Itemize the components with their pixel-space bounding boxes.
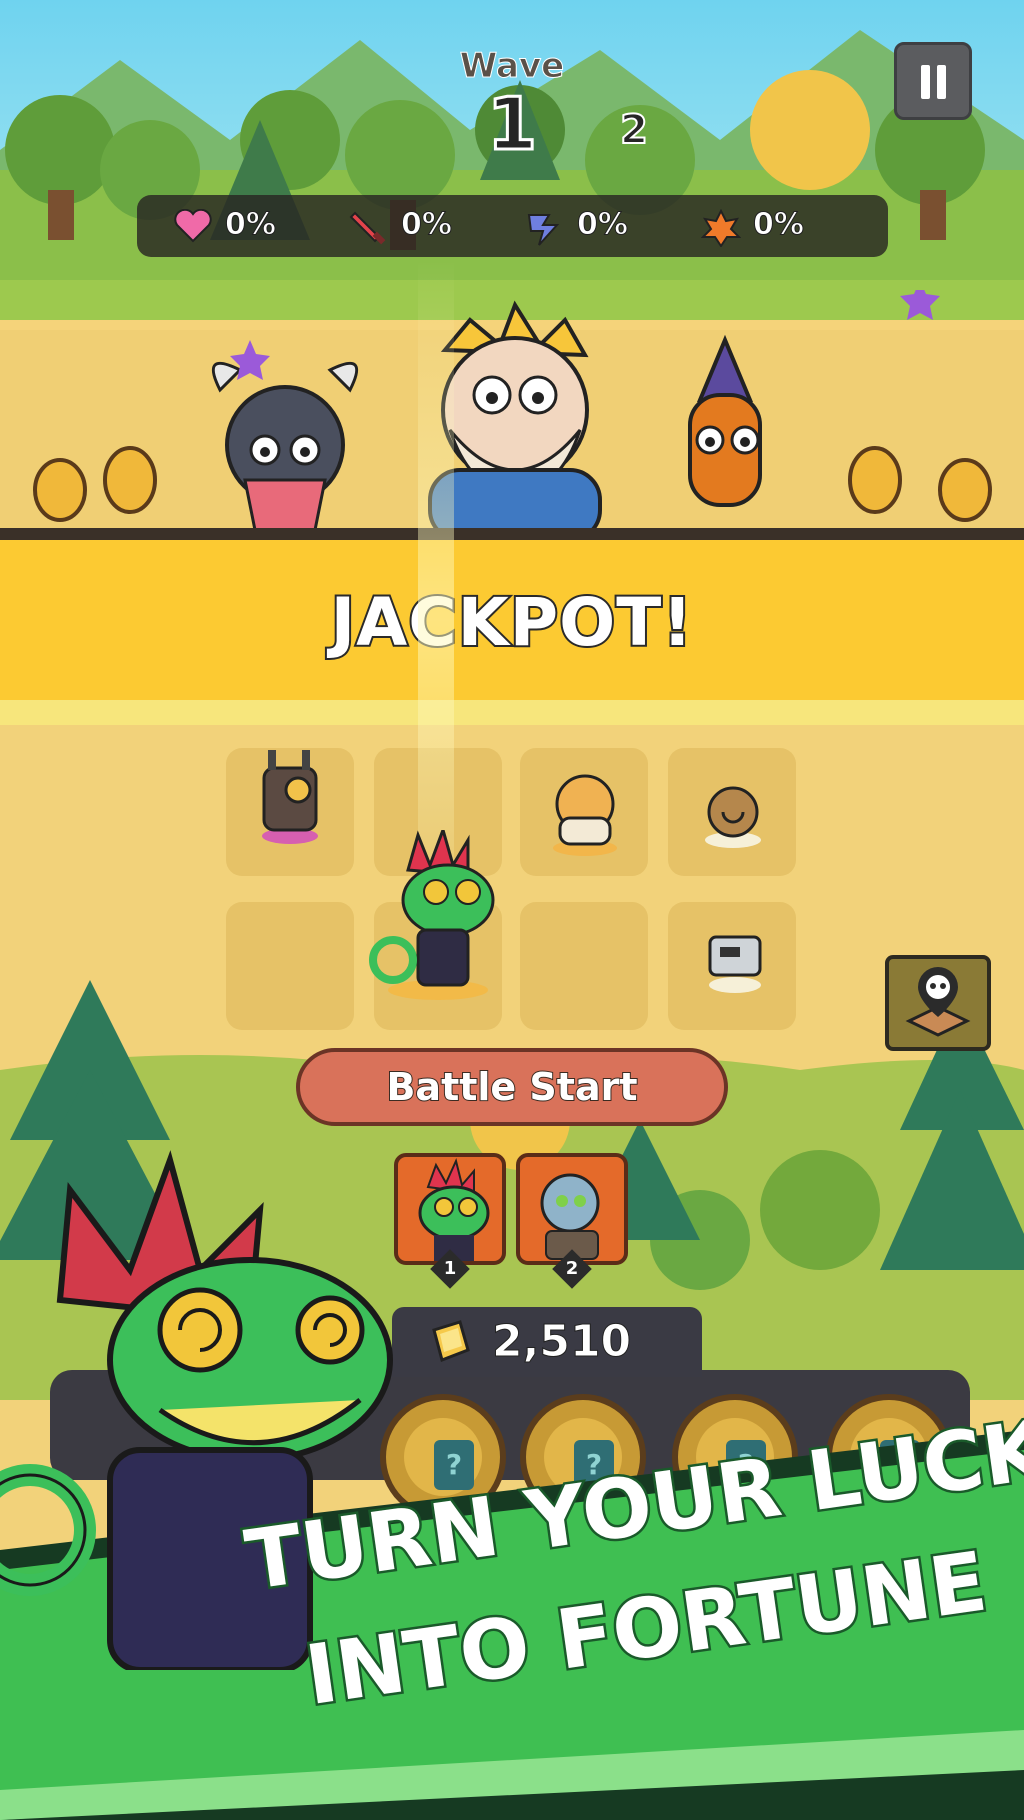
wave-label: Wave bbox=[459, 46, 565, 87]
card-number-badge: 1 bbox=[430, 1249, 470, 1289]
health-stat: 0% bbox=[137, 195, 313, 257]
next-wave-number: 2 bbox=[619, 107, 649, 153]
tv-robot-unit[interactable] bbox=[700, 925, 770, 995]
battle-start-button[interactable]: Battle Start bbox=[296, 1048, 728, 1126]
board-slot[interactable] bbox=[226, 902, 354, 1030]
royal-court-illustration bbox=[33, 290, 992, 540]
speed-stat: 0% bbox=[489, 195, 665, 257]
alien-icon bbox=[540, 1173, 600, 1260]
current-wave-number: 1 bbox=[485, 82, 538, 166]
banner-stripe bbox=[0, 700, 1024, 726]
speed-icon bbox=[527, 214, 560, 246]
unit-card[interactable]: 2 bbox=[516, 1153, 628, 1289]
critical-icon bbox=[701, 209, 741, 247]
critical-stat: 0% bbox=[665, 195, 841, 257]
board-slot[interactable] bbox=[520, 902, 648, 1030]
health-stat-value: 0% bbox=[225, 207, 277, 243]
chameleon-unit[interactable] bbox=[368, 830, 508, 1000]
battle-start-label: Battle Start bbox=[385, 1064, 638, 1110]
sword-icon bbox=[349, 211, 386, 245]
skull-icon bbox=[905, 967, 971, 1037]
stats-bar: 0% 0% 0% 0% bbox=[137, 195, 888, 257]
boss-button[interactable] bbox=[885, 955, 991, 1051]
heart-icon bbox=[174, 209, 212, 243]
currency-amount: 2,510 bbox=[491, 1316, 632, 1368]
critical-stat-value: 0% bbox=[753, 207, 805, 243]
attack-stat-value: 0% bbox=[401, 207, 453, 243]
banner-border-top bbox=[0, 528, 1024, 540]
gem-icon bbox=[432, 1320, 470, 1362]
attack-stat: 0% bbox=[313, 195, 489, 257]
card-number-badge: 2 bbox=[552, 1249, 592, 1289]
pause-button[interactable] bbox=[894, 42, 972, 120]
snail-unit[interactable] bbox=[698, 780, 768, 850]
speed-stat-value: 0% bbox=[577, 207, 629, 243]
hamster-unit[interactable] bbox=[540, 768, 630, 858]
jackpot-text: JACKPOT! bbox=[329, 582, 695, 663]
robot-unit[interactable] bbox=[250, 748, 330, 848]
